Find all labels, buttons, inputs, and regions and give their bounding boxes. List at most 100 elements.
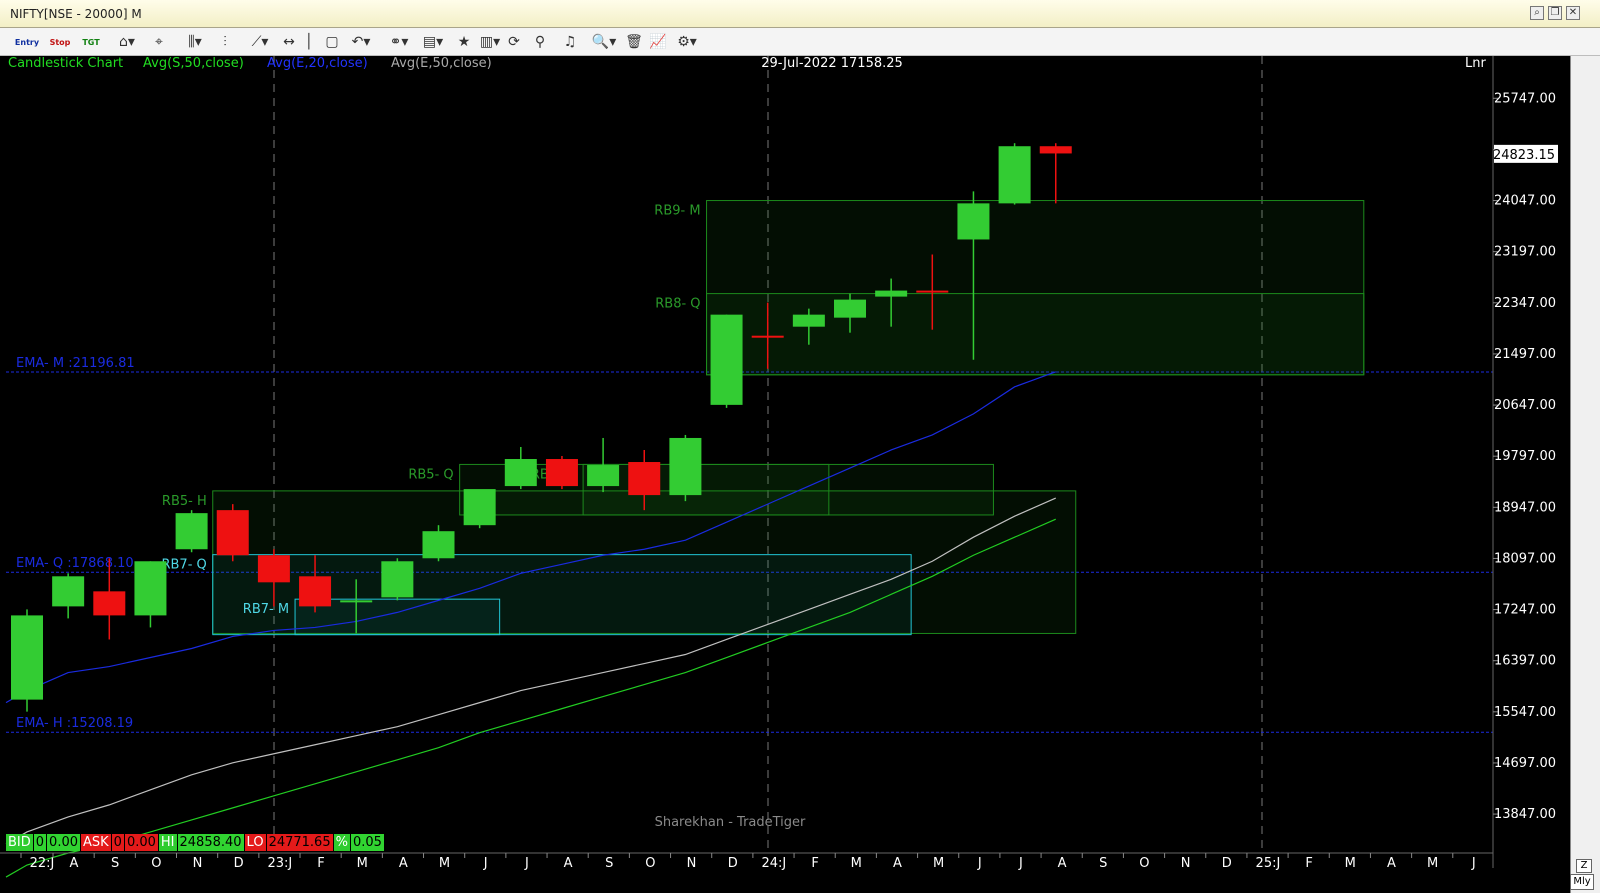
close-window-button[interactable]: ✕ <box>1566 6 1580 20</box>
vertical-line-button[interactable]: │ <box>302 32 316 52</box>
link-icon: ⚭▾ <box>389 34 409 50</box>
ema-level-label: EMA- H :15208.19 <box>16 716 133 731</box>
horizontal-line-icon: ↔ <box>283 34 295 50</box>
candle-body <box>916 290 949 293</box>
candle-body <box>1039 146 1072 154</box>
window-title: NIFTY[NSE - 20000] M <box>10 7 142 21</box>
reversal-zone-label: RB7- Q <box>161 558 206 573</box>
rectangle-button[interactable]: ▢ <box>322 32 342 52</box>
alert-button[interactable]: ♫ <box>560 32 580 52</box>
reversal-zone-label: RB5- H <box>162 494 207 509</box>
vertical-line-icon: │ <box>304 34 314 50</box>
ema-level-label: EMA- Q :17868.10 <box>16 556 134 571</box>
time-axis-label: 25:J <box>1256 856 1281 871</box>
zoom-z-button[interactable]: Z <box>1576 859 1592 873</box>
time-axis-label: O <box>1139 856 1149 871</box>
settings-gear-icon: ⚙▾ <box>677 34 697 50</box>
candle-body <box>422 531 455 559</box>
candle-style-button[interactable]: ⫶ <box>214 32 236 52</box>
candle-style-icon: ⫶ <box>223 34 227 50</box>
crosshair-button[interactable]: ⌖ <box>148 32 170 52</box>
reversal-zone-label: RB9- M <box>654 204 700 219</box>
stop-button[interactable]: Stop <box>48 32 72 52</box>
time-axis-label: N <box>687 856 697 871</box>
time-axis-label: A <box>1387 856 1396 871</box>
candle-body <box>545 459 578 487</box>
rectangle-icon: ▢ <box>325 34 339 50</box>
restore-window-button[interactable]: ❐ <box>1548 6 1562 20</box>
price-axis-label: 21497.00 <box>1494 347 1556 362</box>
refresh-button[interactable]: ⟳ <box>504 32 524 52</box>
link-button[interactable]: ⚭▾ <box>384 32 414 52</box>
price-axis-label: 14697.00 <box>1494 756 1556 771</box>
price-axis-label: 18097.00 <box>1494 551 1556 566</box>
quote-status-bar: BID 0 0.00 ASK 0 0.00 HI 24858.40 LO 247… <box>6 834 385 851</box>
time-axis-label: F <box>317 856 324 871</box>
time-axis-label: 23:J <box>267 856 292 871</box>
undo-icon: ↶▾ <box>351 34 371 50</box>
entry-button[interactable]: Entry <box>14 32 40 52</box>
tgt-icon: TGT <box>82 37 100 47</box>
time-axis-label: M <box>1345 856 1356 871</box>
price-axis-label: 17247.00 <box>1494 603 1556 618</box>
magnet-icon: ⚲ <box>534 34 546 50</box>
time-axis-label: J <box>483 856 488 871</box>
time-axis-label: M <box>851 856 862 871</box>
bid-label: BID <box>6 834 34 851</box>
horizontal-line-button[interactable]: ↔ <box>278 32 300 52</box>
price-axis-label: 24047.00 <box>1494 194 1556 209</box>
indicator-button[interactable]: ▥▾ <box>476 32 504 52</box>
trend-button[interactable]: 📈 <box>648 32 668 52</box>
scale-mode-label: Lnr <box>1465 56 1486 71</box>
pct-label: % <box>333 834 351 851</box>
ask-qty: 0 <box>111 834 125 851</box>
candle-body <box>257 555 290 583</box>
chart-area[interactable]: EMA- M :21196.81 EMA- Q :17868.10 EMA- H :… <box>0 56 1600 893</box>
time-axis-label: F <box>811 856 818 871</box>
low-value: 24771.65 <box>266 834 334 851</box>
line-tool-button[interactable]: ⟋▾ <box>244 32 276 52</box>
time-axis-label: S <box>1099 856 1107 871</box>
magnet-button[interactable]: ⚲ <box>530 32 550 52</box>
home-button[interactable]: ⌂▾ <box>114 32 140 52</box>
chart-toolbar: Entry Stop TGT ⌂▾ ⌖ ⫼▾ ⫶ ⟋▾ ↔ │ ▢ ↶▾ ⚭▾ … <box>0 28 1600 56</box>
time-axis-label: J <box>1471 856 1476 871</box>
time-axis-label: 24:J <box>762 856 787 871</box>
legend-ema50: Avg(E,50,close) <box>391 56 492 71</box>
search-icon[interactable]: ⌕ <box>1530 6 1544 20</box>
right-scroll-strip[interactable]: Z Mly <box>1570 56 1600 893</box>
undo-button[interactable]: ↶▾ <box>346 32 376 52</box>
time-axis-label: N <box>193 856 203 871</box>
period-monthly-button[interactable]: Mly <box>1570 874 1594 890</box>
price-axis-label: 16397.00 <box>1494 654 1556 669</box>
zoom-icon: 🔍▾ <box>591 34 617 50</box>
candle-body <box>875 290 908 297</box>
template-button[interactable]: ▤▾ <box>418 32 448 52</box>
candlestick-chart[interactable]: EMA- M :21196.81 EMA- Q :17868.10 EMA- H :… <box>0 56 1570 893</box>
bar-style-button[interactable]: ⫼▾ <box>180 32 210 52</box>
alert-bell-icon: ♫ <box>563 34 577 50</box>
price-axis-label: 20647.00 <box>1494 398 1556 413</box>
cursor-readout: 29-Jul-2022 17158.25 <box>761 56 903 71</box>
delete-button[interactable]: 🗑 <box>624 32 644 52</box>
time-axis-label: S <box>605 856 613 871</box>
entry-icon: Entry <box>14 37 40 47</box>
stop-icon: Stop <box>49 37 71 47</box>
crosshair-icon: ⌖ <box>155 34 163 50</box>
time-axis-label: M <box>357 856 368 871</box>
time-axis-label: A <box>399 856 408 871</box>
settings-button[interactable]: ⚙▾ <box>672 32 702 52</box>
ask-label: ASK <box>81 834 112 851</box>
price-axis-label: 15547.00 <box>1494 705 1556 720</box>
time-axis-label: A <box>893 856 902 871</box>
time-axis-label: O <box>645 856 655 871</box>
zoom-button[interactable]: 🔍▾ <box>590 32 618 52</box>
favorite-button[interactable]: ★ <box>454 32 474 52</box>
time-axis-label: M <box>439 856 450 871</box>
time-axis-label: D <box>1222 856 1232 871</box>
candle-body <box>175 513 208 550</box>
candle-body <box>998 146 1031 204</box>
target-button[interactable]: TGT <box>80 32 102 52</box>
price-axis-label: 13847.00 <box>1494 807 1556 822</box>
time-axis-label: F <box>1305 856 1312 871</box>
